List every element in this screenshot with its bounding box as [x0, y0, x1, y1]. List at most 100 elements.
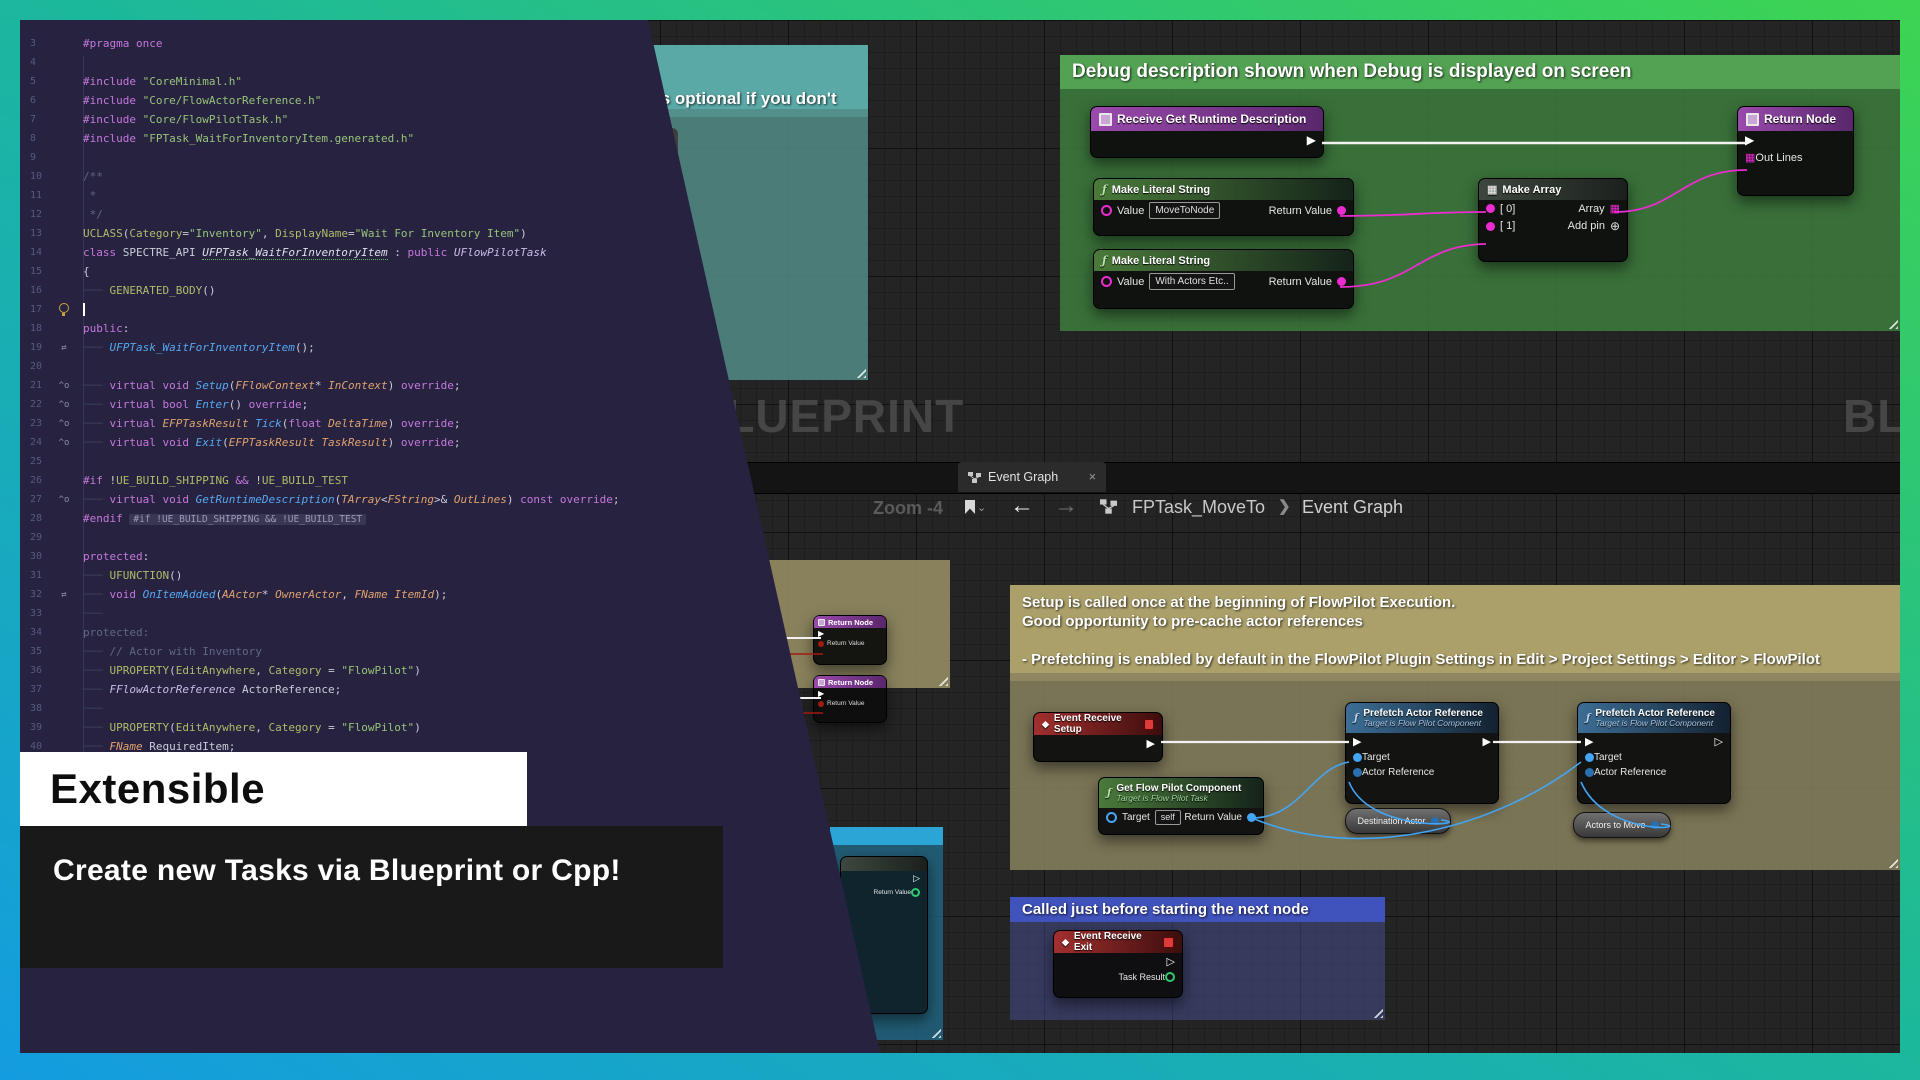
target-input[interactable]: self [1154, 810, 1181, 825]
code-line-35[interactable]: 35 ─── // Actor with Inventory [20, 642, 880, 661]
exec-in-pin[interactable]: ▶ [818, 689, 824, 698]
node-event-receive-setup[interactable]: ◆ Event Receive Setup ▶ [1033, 712, 1163, 762]
node-mini-return-1[interactable]: Return Node ▶ Return Value [813, 615, 887, 665]
value-pin[interactable] [1101, 205, 1112, 216]
code-text: ─── FFlowActorReference ActorReference; [83, 683, 342, 696]
code-line-30[interactable]: 30 protected: [20, 547, 880, 566]
exec-out-pin[interactable]: ▷ [1715, 735, 1723, 748]
tab-label: Event Graph [988, 470, 1059, 484]
line-number: 7 [30, 114, 37, 125]
event-node-icon [1746, 112, 1759, 126]
return-value-pin[interactable] [818, 640, 824, 647]
override-icon: ^o [58, 437, 70, 448]
return-value-pin[interactable] [818, 700, 824, 707]
add-pin-icon[interactable]: ⊕ [1610, 219, 1620, 233]
node-make-literal-string-2[interactable]: ƒ Make Literal String Value With Actors … [1093, 249, 1354, 309]
code-line-38[interactable]: 38 ─── [20, 699, 880, 718]
comment-setup-header[interactable]: Setup is called once at the beginning of… [1010, 585, 1900, 681]
exec-in-pin[interactable]: ▶ [818, 629, 824, 638]
exec-out-pin[interactable]: ▶ [1307, 133, 1316, 147]
code-line-36[interactable]: 36 ─── UPROPERTY(EditAnywhere, Category =… [20, 661, 880, 680]
variable-actors-to-move[interactable]: Actors to Move [1573, 812, 1671, 838]
exec-in-pin[interactable]: ▶ [1353, 735, 1361, 748]
return-value-pin[interactable] [911, 888, 920, 897]
comment-exit-header[interactable]: Called just before starting the next nod… [1010, 897, 1385, 922]
node-mini-return-2[interactable]: Return Node ▶ Return Value [813, 675, 887, 723]
code-text: protected: [83, 626, 150, 639]
variable-out-pin[interactable] [1650, 821, 1659, 829]
node-event-receive-exit[interactable]: ◆ Event Receive Exit ▷ Task Result [1053, 930, 1183, 998]
array-pin-icon[interactable]: ▦ [1745, 151, 1755, 164]
add-pin-label: Add pin [1567, 220, 1605, 232]
node-prefetch-actor-reference-1[interactable]: ƒ Prefetch Actor Reference Target is Flo… [1345, 702, 1499, 804]
value-input[interactable]: With Actors Etc.. [1149, 273, 1235, 290]
blueprint-editor-canvas: BLUEPRINT BLUEPRINT Debug description sh… [20, 20, 1900, 1053]
node-return-top[interactable]: Return Node ▶ ▦ Out Lines [1737, 106, 1854, 196]
task-result-pin[interactable] [1165, 972, 1175, 982]
return-value-pin[interactable] [1337, 206, 1346, 215]
array-out-pin[interactable]: ▦ [1610, 202, 1620, 215]
nav-forward-button[interactable]: → [1054, 492, 1078, 520]
code-line-34[interactable]: 34 protected: [20, 623, 880, 642]
exec-out-pin[interactable]: ▶ [1147, 737, 1155, 750]
actor-reference-pin[interactable] [1585, 768, 1594, 777]
node-title: Make Literal String [1111, 183, 1211, 196]
array-index-1-label: [ 1] [1500, 220, 1516, 232]
nav-back-button[interactable]: ← [1010, 492, 1034, 520]
delegate-pin-icon[interactable] [1144, 718, 1154, 730]
bookmark-button[interactable]: ⌄ [965, 500, 986, 514]
node-subtitle: Target is Flow Pilot Component [1363, 717, 1482, 728]
code-text: ─── UFPTask_WaitForInventoryItem(); [83, 341, 315, 354]
override-icon: ^o [58, 399, 70, 410]
node-prefetch-actor-reference-2[interactable]: ƒ Prefetch Actor Reference Target is Flo… [1577, 702, 1731, 804]
code-line-32[interactable]: 32 ⇄ ─── void OnItemAdded(AActor* OwnerAct… [20, 585, 880, 604]
value-pin[interactable] [1101, 276, 1112, 287]
code-line-39[interactable]: 39 ─── UPROPERTY(EditAnywhere, Category =… [20, 718, 880, 737]
exec-in-pin[interactable]: ▶ [1585, 735, 1593, 748]
function-icon: ƒ [1102, 254, 1107, 267]
exec-in-pin[interactable]: ▶ [1745, 133, 1754, 147]
code-line-29[interactable]: 29 [20, 528, 880, 547]
breadcrumb-parent[interactable]: FPTask_MoveTo [1132, 497, 1265, 518]
code-line-28[interactable]: 28 #endif #if !UE_BUILD_SHIPPING && !UE_B… [20, 509, 880, 528]
actor-reference-pin[interactable] [1353, 768, 1362, 777]
line-number: 26 [30, 475, 43, 486]
bookmark-icon [965, 500, 975, 514]
target-pin[interactable] [1585, 753, 1594, 762]
target-pin[interactable] [1353, 753, 1362, 762]
node-make-literal-string-1[interactable]: ƒ Make Literal String Value MoveToNode R… [1093, 178, 1354, 236]
line-number: 4 [30, 57, 37, 68]
code-text: #include "Core/FlowActorReference.h" [83, 94, 322, 107]
node-make-array[interactable]: ▦ Make Array [ 0] Array ▦ [ 1] Add pin ⊕ [1478, 178, 1628, 262]
value-input[interactable]: MoveToNode [1149, 202, 1221, 219]
line-number: 36 [30, 665, 43, 676]
line-number: 33 [30, 608, 43, 619]
tab-event-graph[interactable]: Event Graph × [958, 462, 1106, 492]
delegate-pin-icon[interactable] [1163, 936, 1174, 948]
variable-out-pin[interactable] [1430, 817, 1439, 825]
comment-setup-line3: - Prefetching is enabled by default in t… [1022, 651, 1820, 668]
exec-out-pin[interactable]: ▷ [913, 873, 920, 884]
code-line-33[interactable]: 33 ─── [20, 604, 880, 623]
node-get-flow-pilot-component[interactable]: ƒ Get Flow Pilot Component Target is Flo… [1098, 777, 1264, 835]
return-value-pin[interactable] [1337, 277, 1346, 286]
array-index-1-pin[interactable] [1486, 221, 1495, 231]
code-line-37[interactable]: 37 ─── FFlowActorReference ActorReference… [20, 680, 880, 699]
code-line-27[interactable]: 27 ^o ─── virtual void GetRuntimeDescripti… [20, 490, 880, 509]
breadcrumb-child[interactable]: Event Graph [1302, 497, 1403, 518]
make-array-icon: ▦ [1487, 184, 1498, 196]
array-index-0-pin[interactable] [1486, 204, 1495, 213]
exec-out-pin[interactable]: ▶ [1483, 735, 1491, 748]
override-icon: ^o [58, 494, 70, 505]
node-receive-get-runtime-description[interactable]: Receive Get Runtime Description ▶ [1090, 106, 1324, 158]
tab-close-icon[interactable]: × [1089, 470, 1096, 484]
comment-debug-header[interactable]: Debug description shown when Debug is di… [1060, 55, 1900, 89]
variable-destination-actor[interactable]: Destination Actor [1345, 808, 1451, 834]
return-value-pin[interactable] [1247, 813, 1256, 822]
code-line-31[interactable]: 31 ─── UFUNCTION() [20, 566, 880, 585]
breadcrumb-graph-icon [1100, 499, 1117, 519]
exec-out-pin[interactable]: ▷ [1167, 955, 1175, 968]
line-number: 18 [30, 323, 43, 334]
target-pin[interactable] [1106, 812, 1117, 823]
bookmark-dropdown-icon[interactable]: ⌄ [977, 501, 986, 514]
